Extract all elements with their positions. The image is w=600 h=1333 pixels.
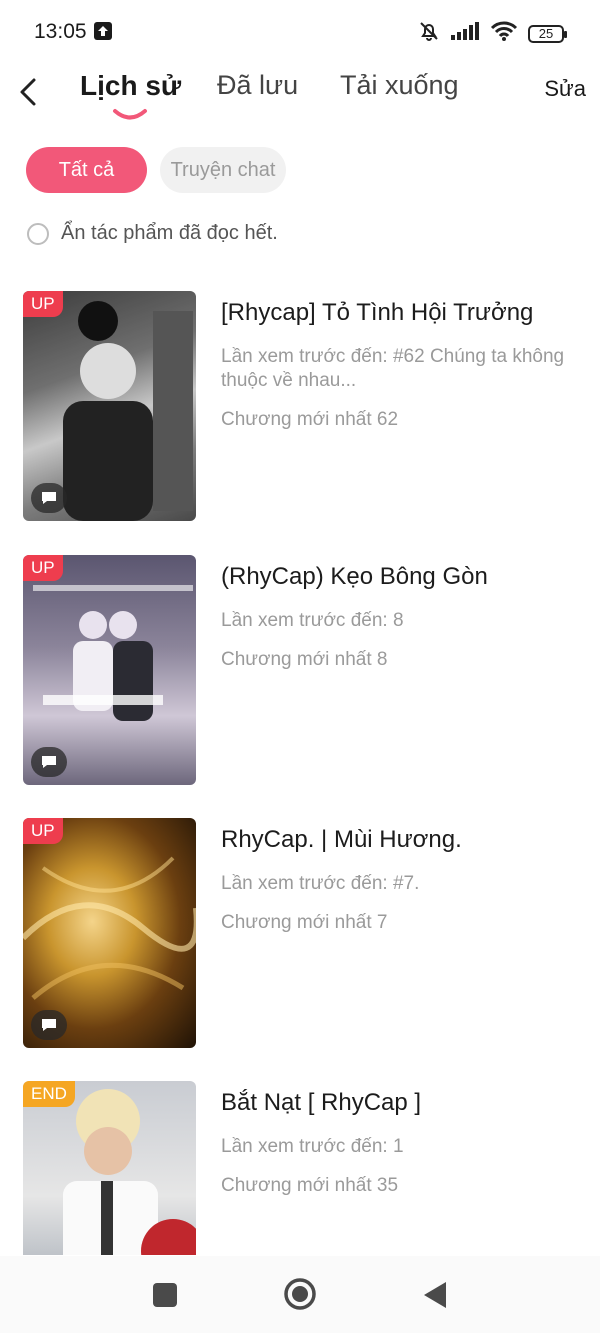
cover-photo [63,1089,196,1255]
circle-icon [284,1278,316,1310]
mute-bell-icon [418,20,440,47]
last-read-text: Lần xem trước đến: 8 [221,610,404,631]
latest-chapter-text: Chương mới nhất 7 [221,912,388,933]
latest-chapter-text: Chương mới nhất 35 [221,1175,399,1196]
last-read-text: Lần xem trước đến: #62 Chúng ta không th… [221,346,565,391]
edit-button[interactable]: Sửa [544,76,586,102]
filter-chat-stories-chip[interactable]: Truyện chat [160,147,286,193]
list-item[interactable]: UP [Rhycap] Tỏ Tình Hội Trưởng Lần xem t… [0,291,600,523]
last-read-text: Lần xem trước đến: 1 [221,1136,404,1157]
upload-icon [94,22,112,40]
system-nav-bar [0,1256,600,1333]
battery-icon: 25 [528,24,567,43]
chevron-left-icon [20,78,36,106]
wifi-icon [490,20,518,47]
back-nav-button[interactable] [422,1280,448,1315]
hide-read-toggle[interactable]: Ẩn tác phẩm đã đọc hết. [27,222,278,245]
update-badge: UP [23,555,63,581]
story-cover: END [23,1081,196,1255]
chat-bubble-icon [42,492,56,504]
home-button[interactable] [283,1277,317,1316]
tab-active-indicator [112,108,148,122]
story-cover: UP [23,818,196,1048]
completed-badge: END [23,1081,75,1107]
recent-apps-button[interactable] [152,1282,178,1313]
story-cover: UP [23,555,196,785]
chat-story-tag [31,1010,67,1040]
chat-bubble-icon [42,756,56,768]
story-title: RhyCap. | Mùi Hương. [221,826,462,853]
signal-icon [450,21,480,46]
chat-story-tag [31,747,67,777]
list-item[interactable]: END Bắt Nạt [ RhyCap ] Lần xem trước đến… [0,1081,600,1255]
list-item[interactable]: UP RhyCap. | Mùi Hương. Lần xem trước đế… [0,818,600,1050]
story-title: [Rhycap] Tỏ Tình Hội Trưởng [221,299,534,326]
hide-read-label: Ẩn tác phẩm đã đọc hết. [61,222,278,244]
chat-story-tag [31,483,67,513]
story-cover: UP [23,291,196,521]
last-read-text: Lần xem trước đến: #7. [221,873,420,894]
latest-chapter-text: Chương mới nhất 8 [221,649,388,670]
chat-bubble-icon [42,1019,56,1031]
update-badge: UP [23,291,63,317]
triangle-back-icon [424,1282,446,1308]
update-badge: UP [23,818,63,844]
tab-downloads[interactable]: Tải xuống [340,70,459,101]
status-time: 13:05 [34,20,87,43]
latest-chapter-text: Chương mới nhất 62 [221,409,399,430]
story-title: Bắt Nạt [ RhyCap ] [221,1089,422,1116]
status-bar: 13:05 25 [0,0,600,64]
square-icon [153,1283,177,1307]
list-item[interactable]: UP (RhyCap) Kẹo Bông Gòn Lần xem trước đ… [0,555,600,787]
tab-history[interactable]: Lịch sử [80,70,181,102]
tab-saved[interactable]: Đã lưu [217,70,298,101]
filter-all-chip[interactable]: Tất cả [26,147,147,193]
radio-button[interactable] [27,222,49,245]
header: Lịch sử Đã lưu Tải xuống Sửa [0,64,600,124]
back-button[interactable] [14,74,44,110]
story-title: (RhyCap) Kẹo Bông Gòn [221,563,488,590]
